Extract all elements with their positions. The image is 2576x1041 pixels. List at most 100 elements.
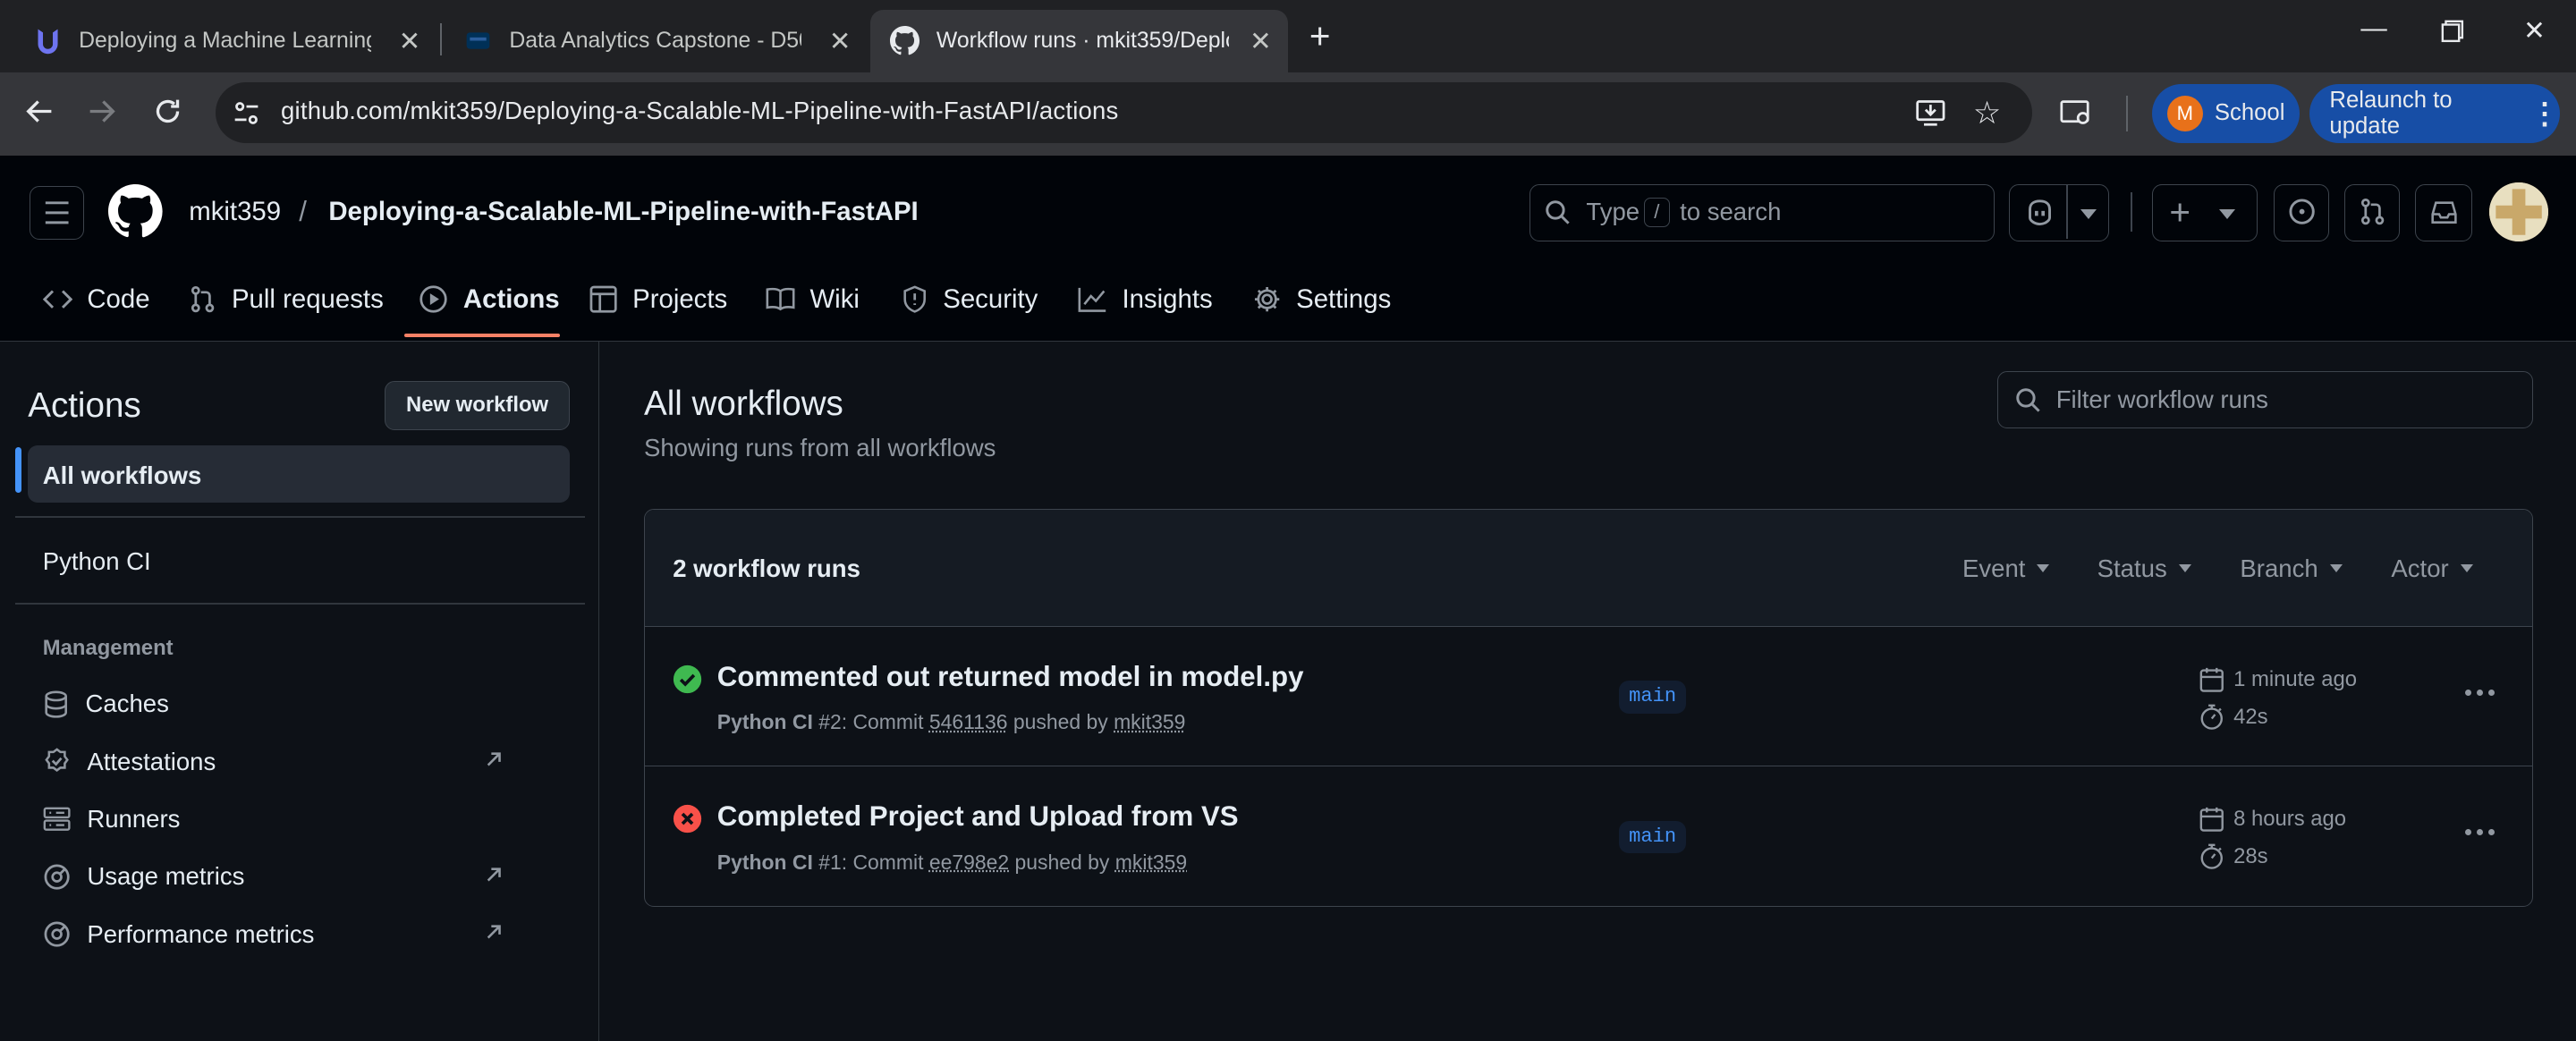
bookmark-star-icon[interactable]: ☆: [1973, 96, 2001, 131]
code-icon: [42, 286, 88, 312]
kebab-menu-icon[interactable]: [2465, 828, 2496, 836]
browser-tab-wgu[interactable]: Data Analytics Capstone - D502 ✕: [444, 10, 868, 72]
calendar-icon: [2199, 806, 2234, 832]
sidebar-item-label: Python CI: [42, 546, 151, 575]
page-subtitle: Showing runs from all workflows: [643, 433, 996, 461]
sidebar-item-runners[interactable]: Runners: [43, 805, 569, 834]
more-vert-icon[interactable]: ⋮: [2530, 96, 2560, 131]
new-tab-icon[interactable]: +: [1309, 15, 1331, 57]
tab-actions[interactable]: Actions: [419, 284, 560, 315]
actor-link[interactable]: mkit359: [1115, 851, 1187, 874]
event-filter[interactable]: Event: [1962, 554, 2050, 583]
meter-icon: [43, 863, 88, 891]
time-text: 8 hours ago: [2233, 806, 2347, 831]
search-icon: [2015, 387, 2041, 413]
tab-title: Workflow runs · mkit359/Deploy: [936, 28, 1229, 53]
filter-label: Actor: [2391, 554, 2449, 582]
tab-security[interactable]: Security: [902, 284, 1038, 315]
relaunch-button[interactable]: Relaunch to update ⋮: [2309, 83, 2560, 143]
github-header: mkit359 / Deploying-a-Scalable-ML-Pipeli…: [0, 156, 2576, 343]
close-window-icon[interactable]: ✕: [2523, 15, 2546, 47]
copilot-button[interactable]: [2009, 183, 2110, 241]
filter-workflow-runs-input[interactable]: Filter workflow runs: [1997, 371, 2534, 429]
graph-icon: [1078, 286, 1123, 312]
kebab-menu-icon[interactable]: [2465, 689, 2496, 696]
sidebar-item-all-workflows[interactable]: All workflows: [28, 444, 571, 504]
avatar[interactable]: [2488, 182, 2548, 241]
install-app-icon[interactable]: [1914, 97, 1947, 130]
stopwatch-icon: [2199, 843, 2234, 869]
run-duration: 42s: [2199, 704, 2268, 730]
site-info-icon[interactable]: [232, 98, 261, 128]
new-workflow-button[interactable]: New workflow: [384, 381, 571, 431]
commit-link[interactable]: 5461136: [929, 710, 1008, 733]
close-tab-icon[interactable]: ✕: [1250, 26, 1272, 57]
tab-settings[interactable]: Settings: [1253, 284, 1391, 315]
server-icon: [43, 807, 88, 832]
sidebar-item-label: Usage metrics: [87, 862, 245, 891]
table-row[interactable]: Commented out returned model in model.py…: [644, 627, 2533, 766]
sidebar-item-label: Caches: [85, 690, 169, 718]
sidebar-item-python-ci[interactable]: Python CI: [43, 547, 151, 576]
pull-requests-button[interactable]: [2343, 183, 2401, 241]
browser-tab-github[interactable]: Workflow runs · mkit359/Deploy ✕: [870, 10, 1288, 72]
minimize-icon[interactable]: —: [2360, 13, 2386, 44]
branch-badge[interactable]: main: [1619, 820, 1687, 854]
menu-button[interactable]: [30, 185, 84, 241]
back-icon[interactable]: [25, 97, 55, 126]
github-logo-icon[interactable]: [108, 183, 163, 239]
create-new-button[interactable]: +: [2152, 183, 2258, 241]
status-filter[interactable]: Status: [2097, 554, 2191, 583]
breadcrumb-separator: /: [299, 195, 307, 227]
media-router-icon[interactable]: [2060, 98, 2093, 128]
run-time: 8 hours ago: [2199, 806, 2347, 832]
tab-label: Projects: [632, 284, 728, 314]
address-bar[interactable]: github.com/mkit359/Deploying-a-Scalable-…: [215, 81, 2032, 143]
pull-request-icon: [189, 285, 232, 313]
tab-label: Pull requests: [231, 284, 384, 314]
close-tab-icon[interactable]: ✕: [829, 26, 852, 57]
actor-link[interactable]: mkit359: [1114, 710, 1185, 733]
reload-icon[interactable]: [153, 97, 182, 126]
tab-code[interactable]: Code: [42, 284, 150, 315]
issues-button[interactable]: [2273, 183, 2330, 241]
tab-pull-requests[interactable]: Pull requests: [189, 284, 384, 315]
tab-label: Code: [87, 284, 150, 314]
inbox-button[interactable]: [2414, 183, 2473, 241]
run-title-link[interactable]: Commented out returned model in model.py: [717, 661, 1304, 693]
search-icon: [1545, 199, 1571, 225]
book-icon: [766, 286, 810, 312]
filter-label: Event: [1962, 554, 2026, 582]
browser-tab-udacity[interactable]: Deploying a Machine Learning M ✕: [13, 10, 437, 72]
chevron-down-icon[interactable]: [2080, 209, 2097, 220]
sidebar-item-performance-metrics[interactable]: Performance metrics: [43, 920, 569, 949]
branch-filter[interactable]: Branch: [2240, 554, 2343, 583]
commit-link[interactable]: ee798e2: [929, 851, 1009, 874]
plus-icon: +: [2169, 191, 2191, 233]
workflow-runs-table: 2 workflow runs Event Status Branch Acto…: [643, 509, 2534, 907]
hamburger-icon: [44, 201, 70, 224]
relaunch-label: Relaunch to update: [2329, 87, 2453, 139]
run-title-link[interactable]: Completed Project and Upload from VS: [717, 800, 1239, 833]
repo-name-link[interactable]: Deploying-a-Scalable-ML-Pipeline-with-Fa…: [328, 197, 918, 227]
sidebar-item-attestations[interactable]: Attestations: [43, 748, 569, 776]
tab-insights[interactable]: Insights: [1078, 284, 1213, 315]
profile-button[interactable]: M School: [2152, 83, 2301, 143]
chevron-down-icon: [2037, 564, 2050, 573]
tab-projects[interactable]: Projects: [589, 284, 727, 315]
sidebar-item-usage-metrics[interactable]: Usage metrics: [43, 862, 569, 891]
restore-icon[interactable]: [2441, 20, 2464, 43]
tab-wiki[interactable]: Wiki: [766, 284, 860, 315]
search-input[interactable]: Type / to search: [1529, 183, 1995, 241]
inbox-icon: [2429, 199, 2459, 225]
search-shortcut-key: /: [1643, 198, 1671, 228]
table-row[interactable]: Completed Project and Upload from VS Pyt…: [645, 766, 2532, 906]
sidebar-item-caches[interactable]: Caches: [43, 690, 569, 718]
tab-label: Settings: [1296, 284, 1392, 314]
search-placeholder-prefix: Type: [1586, 198, 1640, 226]
actor-filter[interactable]: Actor: [2391, 554, 2473, 583]
repo-owner-link[interactable]: mkit359: [189, 197, 281, 227]
branch-badge[interactable]: main: [1619, 681, 1687, 715]
close-tab-icon[interactable]: ✕: [399, 26, 421, 57]
forward-icon[interactable]: [87, 97, 116, 126]
